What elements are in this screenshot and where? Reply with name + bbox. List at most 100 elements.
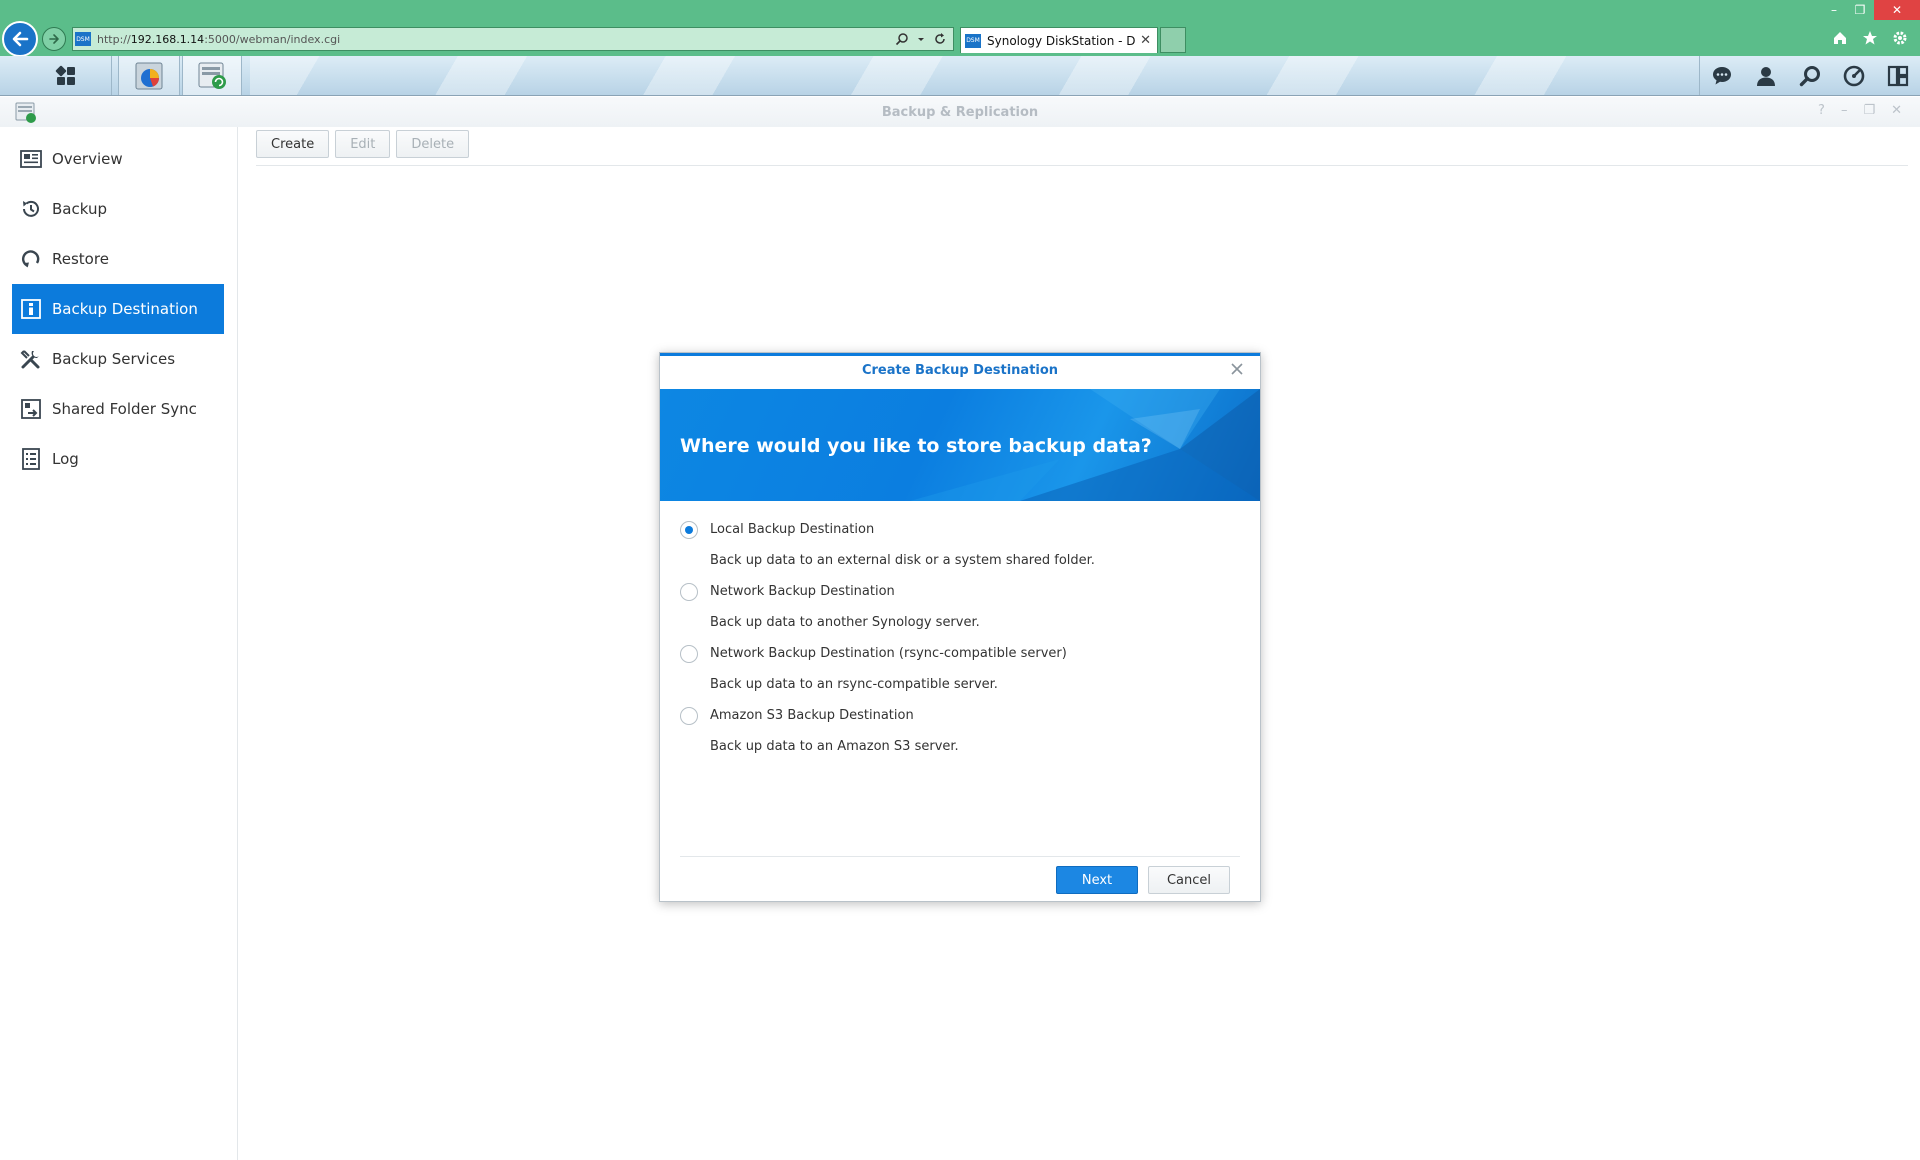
sidebar-item-label: Overview xyxy=(52,150,123,168)
option-network-backup[interactable]: Network Backup Destination Back up data … xyxy=(680,581,1240,643)
sidebar-item-backup-services[interactable]: Backup Services xyxy=(12,334,224,384)
search-button[interactable] xyxy=(1788,56,1832,95)
sidebar-item-label: Restore xyxy=(52,250,109,268)
backup-services-icon xyxy=(20,348,42,370)
dialog-footer-divider xyxy=(680,856,1240,857)
window-maximize-button[interactable]: ❐ xyxy=(1846,0,1874,20)
browser-tab[interactable]: DSM Synology DiskStation - Disk... ✕ xyxy=(960,27,1158,53)
radio-rsync-backup[interactable] xyxy=(680,645,698,663)
sidebar-item-log[interactable]: Log xyxy=(12,434,224,484)
sidebar-item-label: Backup xyxy=(52,200,107,218)
sidebar-item-label: Log xyxy=(52,450,79,468)
next-button[interactable]: Next xyxy=(1056,866,1138,894)
option-label[interactable]: Amazon S3 Backup Destination xyxy=(710,708,914,723)
close-icon[interactable]: ✕ xyxy=(1891,103,1902,118)
option-label[interactable]: Network Backup Destination (rsync-compat… xyxy=(710,646,1067,661)
dialog-heading: Where would you like to store backup dat… xyxy=(680,435,1152,457)
address-bar[interactable]: DSM http://192.168.1.14:5000/webman/inde… xyxy=(72,27,954,51)
main-menu-icon xyxy=(55,65,75,85)
minimize-icon[interactable]: – xyxy=(1841,103,1848,118)
back-button[interactable] xyxy=(2,21,38,57)
option-description: Back up data to an external disk or a sy… xyxy=(710,553,1095,568)
log-icon xyxy=(20,448,42,470)
storage-manager-icon xyxy=(135,62,163,90)
option-label[interactable]: Local Backup Destination xyxy=(710,522,874,537)
toolbar-divider xyxy=(256,165,1908,166)
radio-amazon-s3-backup[interactable] xyxy=(680,707,698,725)
create-backup-destination-dialog: Create Backup Destination Where would yo… xyxy=(659,352,1261,902)
chat-bubble-icon xyxy=(1713,67,1731,85)
user-options-button[interactable] xyxy=(1744,56,1788,95)
help-icon[interactable]: ? xyxy=(1818,103,1825,118)
tab-close-icon[interactable]: ✕ xyxy=(1140,33,1151,48)
dropdown-arrow-icon[interactable] xyxy=(917,32,925,46)
site-favicon-icon: DSM xyxy=(75,32,91,46)
cancel-button[interactable]: Cancel xyxy=(1148,866,1230,894)
delete-button[interactable]: Delete xyxy=(396,130,470,158)
taskbar-app-backup-replication[interactable] xyxy=(182,56,242,95)
favorites-star-icon[interactable] xyxy=(1862,30,1878,46)
create-button[interactable]: Create xyxy=(256,130,330,158)
sidebar-item-restore[interactable]: Restore xyxy=(12,234,224,284)
option-local-backup[interactable]: Local Backup Destination Back up data to… xyxy=(680,519,1240,581)
sidebar-item-backup[interactable]: Backup xyxy=(12,184,224,234)
user-icon xyxy=(1757,67,1775,86)
backup-destination-icon xyxy=(20,298,42,320)
sidebar-item-backup-destination[interactable]: Backup Destination xyxy=(12,284,224,334)
option-description: Back up data to an Amazon S3 server. xyxy=(710,739,959,754)
option-rsync-backup[interactable]: Network Backup Destination (rsync-compat… xyxy=(680,643,1240,705)
search-icon xyxy=(1799,66,1820,87)
restore-icon xyxy=(20,248,42,270)
dialog-title: Create Backup Destination xyxy=(861,363,1059,378)
widgets-layout-icon xyxy=(1887,65,1909,87)
forward-button[interactable] xyxy=(42,27,66,51)
backup-icon xyxy=(20,198,42,220)
search-icon[interactable] xyxy=(895,32,909,46)
option-label[interactable]: Network Backup Destination xyxy=(710,584,895,599)
refresh-icon[interactable] xyxy=(933,32,947,46)
sidebar-item-shared-folder-sync[interactable]: Shared Folder Sync xyxy=(12,384,224,434)
close-icon[interactable] xyxy=(1228,360,1246,378)
window-minimize-button[interactable]: – xyxy=(1820,0,1848,20)
settings-gear-icon[interactable] xyxy=(1892,30,1908,46)
sidebar-item-overview[interactable]: Overview xyxy=(12,134,224,184)
tab-favicon-icon: DSM xyxy=(965,33,981,48)
main-toolbar: Create Edit Delete xyxy=(256,130,470,158)
resource-monitor-button[interactable] xyxy=(1832,56,1876,95)
widgets-button[interactable] xyxy=(1876,56,1920,95)
url-prefix: http:// xyxy=(97,32,131,46)
backup-replication-app-icon xyxy=(198,62,226,89)
window-close-button[interactable]: ✕ xyxy=(1874,0,1920,20)
dialog-accent-bar xyxy=(660,353,1260,356)
option-description: Back up data to an rsync-compatible serv… xyxy=(710,677,998,692)
sidebar-item-label: Backup Services xyxy=(52,350,176,368)
option-description: Back up data to another Synology server. xyxy=(710,615,980,630)
back-arrow-icon xyxy=(12,31,29,47)
radio-network-backup[interactable] xyxy=(680,583,698,601)
sidebar: Overview Backup Restore Backup Destinati… xyxy=(0,127,238,1160)
url-text[interactable]: http://192.168.1.14:5000/webman/index.cg… xyxy=(97,33,895,46)
new-tab-button[interactable] xyxy=(1160,27,1186,53)
taskbar-background xyxy=(250,56,1650,95)
radio-local-backup[interactable] xyxy=(680,521,698,539)
url-rest: :5000/webman/index.cgi xyxy=(204,32,341,46)
sidebar-item-label: Shared Folder Sync xyxy=(52,400,197,418)
url-host: 192.168.1.14 xyxy=(130,32,205,46)
forward-arrow-icon xyxy=(49,34,59,44)
restore-window-icon[interactable]: ❐ xyxy=(1863,103,1875,118)
home-icon[interactable] xyxy=(1832,30,1848,46)
taskbar-app-storage-manager[interactable] xyxy=(118,56,180,95)
shared-folder-sync-icon xyxy=(20,398,42,420)
app-window-title: Backup & Replication xyxy=(881,105,1039,120)
tab-title: Synology DiskStation - Disk... xyxy=(987,33,1136,48)
app-window-titlebar: Backup & Replication ? – ❐ ✕ xyxy=(0,97,1920,127)
destination-options: Local Backup Destination Back up data to… xyxy=(680,519,1240,767)
main-menu-button[interactable] xyxy=(20,56,112,95)
dialog-banner: Where would you like to store backup dat… xyxy=(660,389,1260,501)
option-amazon-s3-backup[interactable]: Amazon S3 Backup Destination Back up dat… xyxy=(680,705,1240,767)
overview-icon xyxy=(20,148,42,170)
gauge-icon xyxy=(1843,65,1865,87)
edit-button[interactable]: Edit xyxy=(335,130,391,158)
sidebar-item-label: Backup Destination xyxy=(52,300,198,318)
notifications-button[interactable] xyxy=(1700,56,1744,95)
